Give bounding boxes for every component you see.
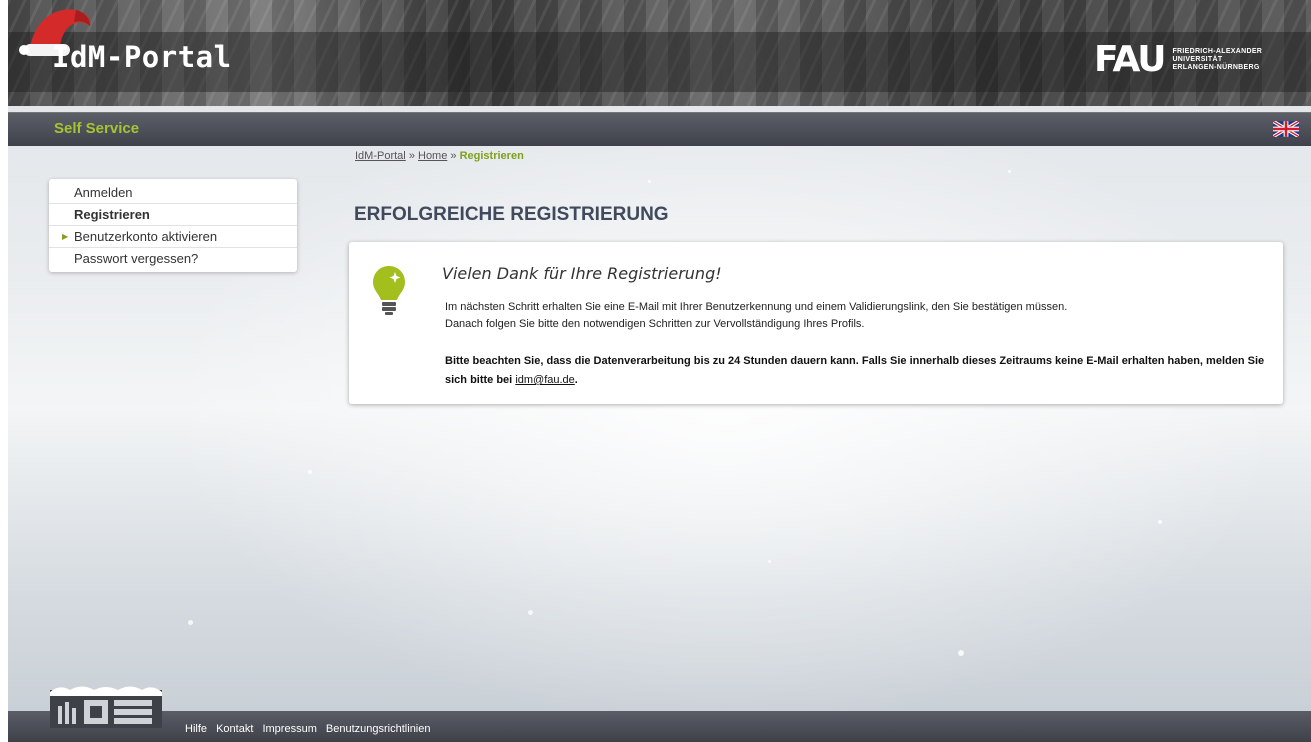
sidebar-item-anmelden[interactable]: Anmelden (49, 182, 297, 204)
snowflake (188, 620, 193, 625)
footer-link-kontakt[interactable]: Kontakt (216, 723, 253, 735)
breadcrumb-link-home[interactable]: Home (418, 150, 447, 162)
lightbulb-icon (373, 266, 405, 315)
university-name: FRIEDRICH-ALEXANDER UNIVERSITÄT ERLANGEN… (1172, 48, 1262, 72)
card-heading: Vielen Dank für Ihre Registrierung! (442, 264, 722, 283)
snowflake (648, 180, 651, 183)
footer-links: Hilfe Kontakt Impressum Benutzungsrichtl… (185, 723, 437, 735)
university-name-line: UNIVERSITÄT (1172, 56, 1223, 63)
sidebar-item-label: Registrieren (74, 207, 150, 222)
fau-logo[interactable]: FAU FRIEDRICH-ALEXANDER UNIVERSITÄT ERLA… (1094, 42, 1262, 78)
footer-link-benutzungsrichtlinien[interactable]: Benutzungsrichtlinien (326, 723, 431, 735)
snowflake (1158, 520, 1162, 524)
support-email-link[interactable]: idm@fau.de (515, 374, 574, 386)
footer-link-hilfe[interactable]: Hilfe (185, 723, 207, 735)
sidebar-item-registrieren[interactable]: Registrieren (49, 204, 297, 226)
breadcrumb-separator: » (408, 150, 415, 162)
breadcrumb-link-portal[interactable]: IdM-Portal (355, 150, 406, 162)
fau-logo-letters: FAU (1094, 39, 1166, 80)
uk-flag-icon[interactable] (1273, 121, 1299, 137)
university-name-line: FRIEDRICH-ALEXANDER (1172, 48, 1263, 55)
sidebar-menu: Anmelden Registrieren ▶ Benutzerkonto ak… (49, 179, 297, 272)
sidebar-item-label: Anmelden (74, 185, 133, 200)
university-name-line: ERLANGEN-NÜRNBERG (1172, 64, 1260, 71)
sidebar-item-passwort-vergessen[interactable]: Passwort vergessen? (49, 248, 297, 269)
breadcrumb-separator: » (450, 150, 457, 162)
card-text-line: Im nächsten Schritt erhalten Sie eine E-… (445, 301, 1068, 313)
snowflake (308, 470, 312, 474)
page: IdM-Portal FAU FRIEDRICH-ALEXANDER UNIVE… (8, 0, 1311, 742)
sidebar-item-label: Benutzerkonto aktivieren (74, 229, 218, 244)
idm-logo-icon (50, 686, 162, 728)
processing-note-end: . (574, 374, 578, 386)
breadcrumb: IdM-Portal » Home » Registrieren (355, 150, 524, 162)
processing-note: Bitte beachten Sie, dass die Datenverarb… (445, 352, 1275, 390)
snowflake (1008, 170, 1011, 173)
snowflake (528, 610, 533, 615)
triangle-right-icon: ▶ (62, 232, 69, 241)
sidebar-item-label: Passwort vergessen? (74, 251, 199, 266)
page-title: ERFOLGREICHE REGISTRIERUNG (354, 204, 669, 225)
navbar: Self Service (8, 112, 1311, 146)
sidebar-item-benutzerkonto-aktivieren[interactable]: ▶ Benutzerkonto aktivieren (49, 226, 297, 248)
app-title[interactable]: IdM-Portal (52, 40, 232, 74)
snowflake (768, 560, 771, 563)
breadcrumb-current: Registrieren (459, 150, 524, 162)
header-banner: IdM-Portal FAU FRIEDRICH-ALEXANDER UNIVE… (8, 0, 1311, 106)
snowflake (958, 650, 964, 656)
footer-link-impressum[interactable]: Impressum (262, 723, 316, 735)
navbar-title: Self Service (54, 120, 140, 137)
card-body: Im nächsten Schritt erhalten Sie eine E-… (445, 299, 1275, 333)
card-text-line: Danach folgen Sie bitte den notwendigen … (445, 318, 865, 330)
success-message-card: Vielen Dank für Ihre Registrierung! Im n… (349, 242, 1283, 404)
